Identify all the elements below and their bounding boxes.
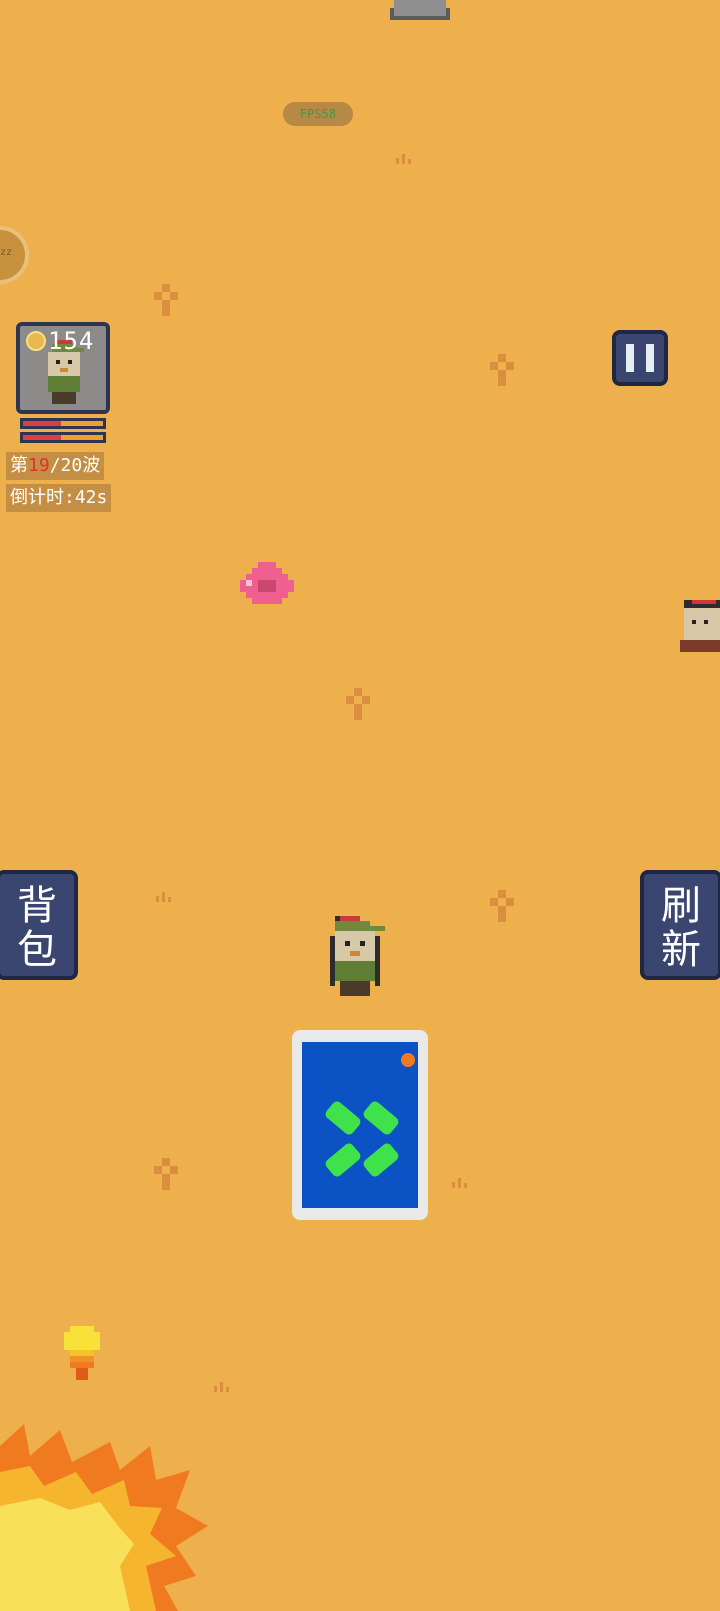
energy-bar-remaining: [61, 435, 103, 440]
countdown-timer: 倒计时:42s: [6, 484, 112, 512]
ground-pebble: [490, 354, 514, 386]
ground-tuft: [396, 154, 412, 164]
ground-tuft: [156, 892, 172, 902]
wave-prefix: 第: [10, 455, 28, 476]
ground-pebble: [346, 688, 370, 720]
backpack-label-line2: 包: [17, 927, 57, 973]
wave-indicator: 第19/20波: [6, 452, 105, 480]
ground-tuft: [452, 1178, 468, 1188]
pause-icon: [626, 344, 634, 372]
ground-pebble: [490, 890, 514, 922]
backpack-button[interactable]: 背 包: [0, 870, 78, 980]
wave-suffix: /20波: [49, 455, 101, 476]
heart-icon[interactable]: [240, 562, 294, 610]
refresh-label-line1: 刷: [661, 883, 701, 929]
sleep-badge-label: zz: [0, 247, 13, 258]
card-corner-dot: [401, 1053, 415, 1067]
backpack-label-line1: 背: [17, 883, 57, 929]
card-pip: [323, 1141, 363, 1179]
ground-pebble: [154, 284, 178, 316]
fps-counter: FPS58: [283, 102, 353, 126]
health-bar: [20, 418, 106, 429]
card-pip: [361, 1099, 401, 1137]
card-face: [302, 1042, 418, 1208]
rock-sprite: [390, 0, 450, 20]
coin-icon: [26, 331, 46, 351]
refresh-label-line2: 新: [661, 927, 701, 973]
energy-bar-fill: [23, 435, 61, 440]
explosion-effect: [0, 1424, 208, 1611]
wave-current: 19: [28, 455, 50, 476]
health-bar-remaining: [61, 421, 103, 426]
refresh-button[interactable]: 刷 新: [640, 870, 720, 980]
health-bar-fill: [23, 421, 61, 426]
enemy-sprite: [680, 600, 720, 652]
card-pip: [361, 1141, 401, 1179]
pause-button[interactable]: [612, 330, 668, 386]
player-character: [330, 916, 385, 996]
ground-pebble: [154, 1158, 178, 1190]
energy-bar: [20, 432, 106, 443]
coin-count: 154: [48, 327, 95, 355]
pause-icon: [646, 344, 654, 372]
ground-tuft: [214, 1382, 230, 1392]
card-pip: [323, 1099, 363, 1137]
card-icon[interactable]: [292, 1030, 428, 1220]
fireball-projectile: [64, 1326, 100, 1380]
